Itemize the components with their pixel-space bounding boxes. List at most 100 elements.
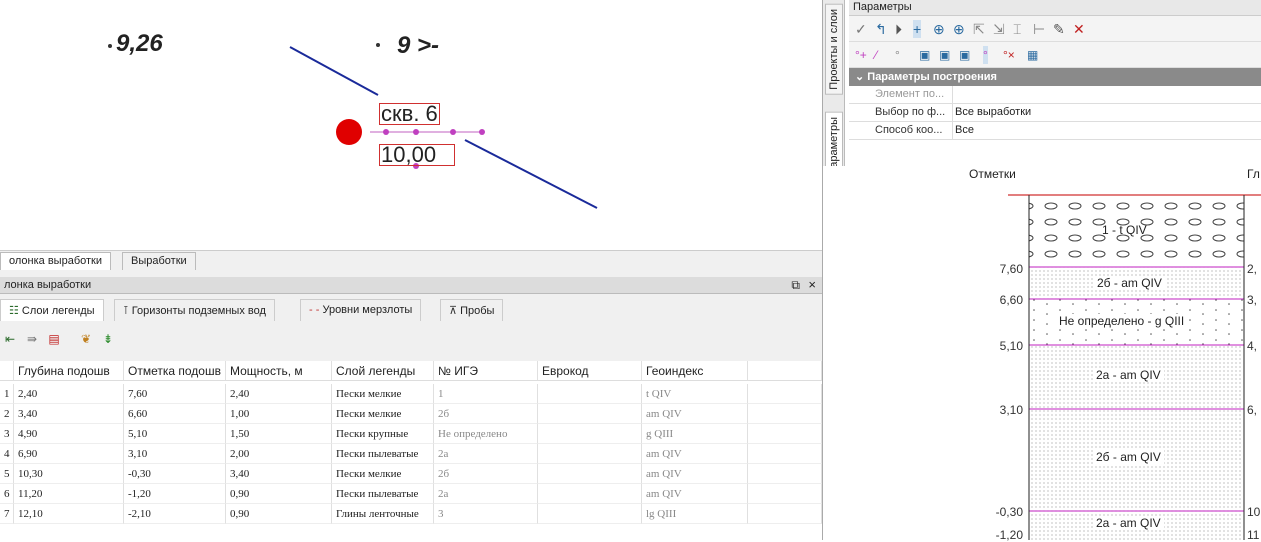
prop-row[interactable]: Элемент по... [849, 86, 1261, 104]
table-cell[interactable]: 6,90 [14, 444, 124, 464]
vertex-icon[interactable]: ° [983, 46, 988, 64]
borehole-marker[interactable] [336, 119, 362, 145]
borehole-name-label[interactable]: скв. 6 [379, 103, 440, 125]
table-cell[interactable]: -0,30 [124, 464, 226, 484]
column-header[interactable]: Отметка подошв [124, 361, 226, 381]
borehole-depth-label[interactable]: 10,00 [379, 144, 455, 166]
table-cell-empty[interactable] [748, 464, 822, 484]
table-cell[interactable]: 0,90 [226, 484, 332, 504]
delete-row-icon[interactable]: ▤ [46, 331, 62, 347]
add-row-icon[interactable]: ⇛ [24, 331, 40, 347]
row-number[interactable]: 5 [0, 464, 14, 484]
table-cell-empty[interactable] [748, 444, 822, 464]
table-cell[interactable]: 3,40 [14, 404, 124, 424]
column-header[interactable]: Мощность, м [226, 361, 332, 381]
table-cell[interactable]: Пески мелкие [332, 384, 434, 404]
row-number[interactable]: 3 [0, 424, 14, 444]
undo-select-icon[interactable]: ↰ [875, 20, 887, 38]
table-cell[interactable]: am QIV [642, 404, 748, 424]
row-number-header[interactable] [0, 361, 14, 381]
add-point-icon[interactable]: °+ [855, 46, 867, 64]
row-number[interactable]: 1 [0, 384, 14, 404]
table-icon[interactable]: ▦ [1027, 46, 1038, 64]
point-icon[interactable]: ° [895, 46, 900, 64]
tab-permafrost[interactable]: - - Уровни мерзлоты [300, 299, 422, 321]
align-icon[interactable]: ⌶ [1013, 20, 1021, 38]
tab-column[interactable]: олонка выработки [0, 252, 111, 270]
table-cell[interactable] [538, 384, 642, 404]
table-cell[interactable] [538, 444, 642, 464]
table-cell[interactable]: 2,00 [226, 444, 332, 464]
tab-groundwater[interactable]: ⊺ Горизонты подземных вод [114, 299, 275, 321]
tab-samples[interactable]: ⊼ Пробы [440, 299, 504, 321]
table-cell[interactable] [538, 424, 642, 444]
table-cell[interactable]: -2,10 [124, 504, 226, 524]
table-cell[interactable]: lg QIII [642, 504, 748, 524]
table-cell[interactable]: am QIV [642, 484, 748, 504]
table-cell[interactable]: 6,60 [124, 404, 226, 424]
table-cell[interactable]: Пески пылеватые [332, 444, 434, 464]
crosshair-icon[interactable]: + [913, 20, 922, 38]
table-cell-empty[interactable] [748, 384, 822, 404]
table-cell[interactable]: 2,40 [226, 384, 332, 404]
table-cell[interactable] [538, 504, 642, 524]
measure-icon[interactable]: ⊢ [1033, 20, 1045, 38]
table-cell[interactable]: Пески мелкие [332, 464, 434, 484]
grip-handle[interactable] [450, 129, 456, 135]
cancel-icon[interactable]: ✕ [1073, 20, 1085, 38]
prop-row[interactable]: Выбор по ф... Все выработки [849, 104, 1261, 122]
table-cell[interactable]: t QIV [642, 384, 748, 404]
table-cell[interactable]: 5,10 [124, 424, 226, 444]
table-cell[interactable]: 4,90 [14, 424, 124, 444]
table-cell[interactable]: 2б [434, 464, 538, 484]
grip-handle[interactable] [383, 129, 389, 135]
table-cell[interactable]: 1 [434, 384, 538, 404]
table-cell[interactable]: g QIII [642, 424, 748, 444]
snap-icon[interactable]: ⊕ [953, 20, 965, 38]
table-cell-empty[interactable] [748, 404, 822, 424]
table-cell[interactable]: 3 [434, 504, 538, 524]
table-cell[interactable]: 0,90 [226, 504, 332, 524]
fill-layers-icon[interactable]: ❦ [78, 331, 94, 347]
map-canvas[interactable]: 9,26 9 >- скв. 6 10,00 [0, 0, 822, 250]
table-cell[interactable]: -1,20 [124, 484, 226, 504]
table-cell[interactable]: Пески пылеватые [332, 484, 434, 504]
select-icon[interactable]: ⇱ [973, 20, 985, 38]
tab-projects-layers[interactable]: Проекты и слои [825, 4, 843, 95]
table-cell[interactable]: 12,10 [14, 504, 124, 524]
table-cell[interactable]: 7,60 [124, 384, 226, 404]
step-icon[interactable]: ⏵ [895, 20, 902, 38]
tab-legend-layers[interactable]: ☷ Слои легенды [0, 299, 104, 321]
table-cell[interactable]: Пески мелкие [332, 404, 434, 424]
table-cell[interactable]: 1,00 [226, 404, 332, 424]
column-header[interactable]: № ИГЭ [434, 361, 538, 381]
check-icon[interactable]: ✓ [855, 20, 867, 38]
table-cell[interactable]: Пески крупные [332, 424, 434, 444]
pick-icon[interactable]: ✎ [1053, 20, 1065, 38]
table-cell[interactable]: 2,40 [14, 384, 124, 404]
float-icon[interactable]: ⧉ [791, 278, 800, 293]
center-icon[interactable]: ⊕ [933, 20, 945, 38]
grip-handle[interactable] [413, 129, 419, 135]
table-cell[interactable]: 11,20 [14, 484, 124, 504]
grip-handle[interactable] [479, 129, 485, 135]
select-type-icon[interactable]: ⇲ [993, 20, 1005, 38]
table-cell[interactable]: am QIV [642, 464, 748, 484]
column-header[interactable]: Слой легенды [332, 361, 434, 381]
node-edit-icon[interactable]: ▣ [939, 46, 950, 64]
table-cell[interactable]: Не определено [434, 424, 538, 444]
tab-workings[interactable]: Выработки [122, 252, 196, 270]
table-cell[interactable] [538, 464, 642, 484]
table-cell[interactable]: 2б [434, 404, 538, 424]
insert-row-icon[interactable]: ⇤ [2, 331, 18, 347]
column-header[interactable]: Глубина подошв [14, 361, 124, 381]
column-header-empty[interactable] [748, 361, 822, 381]
node-delete-icon[interactable]: ▣ [959, 46, 970, 64]
table-cell[interactable]: 3,40 [226, 464, 332, 484]
table-cell[interactable]: 2а [434, 484, 538, 504]
row-number[interactable]: 7 [0, 504, 14, 524]
section-header[interactable]: ⌄ Параметры построения [849, 68, 1261, 86]
table-cell[interactable] [538, 484, 642, 504]
table-cell[interactable] [538, 404, 642, 424]
table-cell-empty[interactable] [748, 424, 822, 444]
